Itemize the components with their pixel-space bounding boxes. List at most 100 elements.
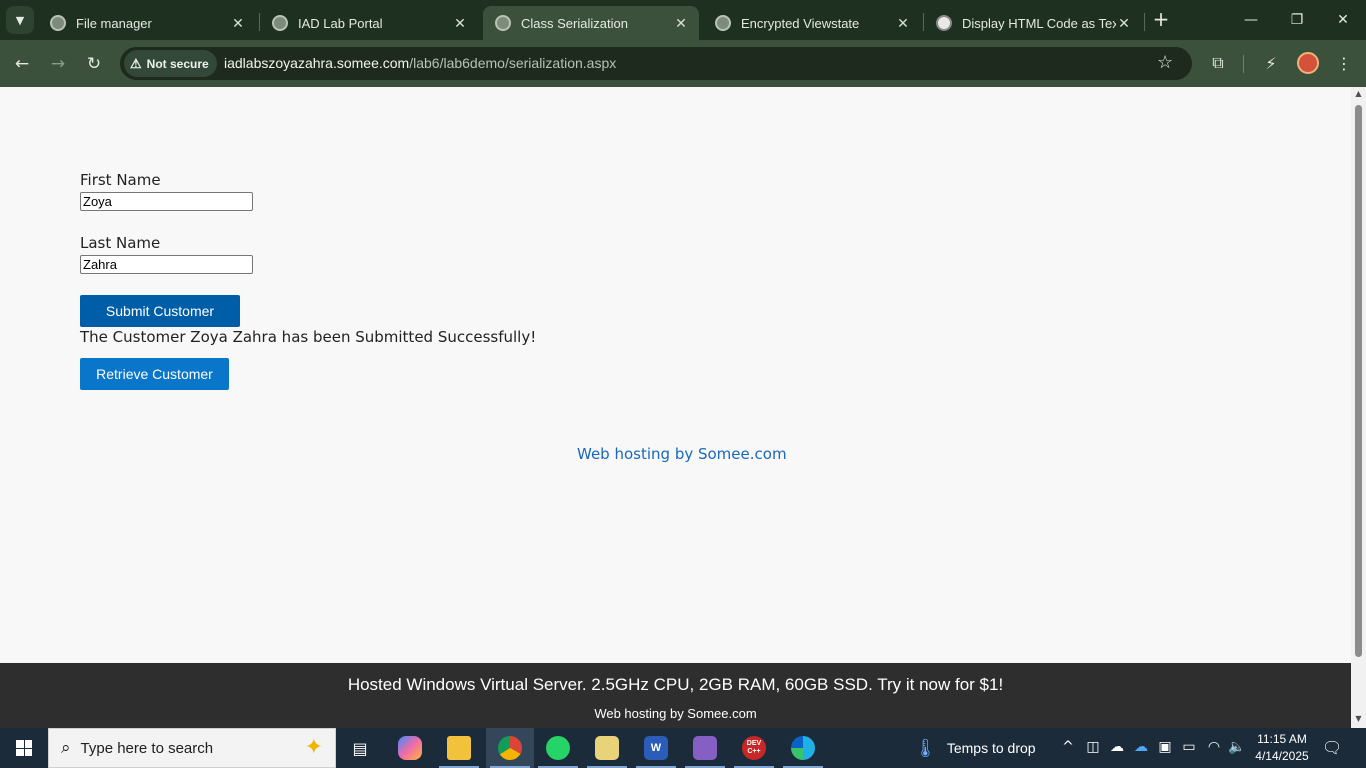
paint-icon	[595, 736, 619, 760]
new-tab-button[interactable]: +	[1150, 8, 1172, 32]
tab-search-button[interactable]: ▼	[6, 6, 34, 34]
first-name-input[interactable]	[80, 192, 253, 211]
plus-icon: +	[1152, 7, 1170, 31]
taskbar-search[interactable]: ⌕ Type here to search ✦	[48, 728, 336, 768]
clock-time: 11:15 AM	[1257, 732, 1307, 746]
arrow-left-icon: ←	[14, 54, 30, 74]
browser-toolbar: ← → ↻ ⚠ Not secure iadlabszoyazahra.some…	[0, 40, 1366, 87]
close-icon[interactable]: ✕	[230, 15, 246, 32]
onedrive-icon[interactable]: ☁	[1108, 739, 1126, 755]
search-icon: ⌕	[61, 738, 71, 758]
openai-icon	[936, 15, 952, 31]
performance-icon[interactable]: ⚡	[1259, 51, 1283, 75]
banner-subtext: Web hosting by Somee.com	[594, 706, 757, 721]
close-icon: ✕	[1337, 12, 1349, 28]
wifi-icon[interactable]: ◠	[1205, 739, 1223, 755]
close-window-button[interactable]: ✕	[1320, 0, 1366, 40]
close-icon[interactable]: ✕	[895, 15, 911, 32]
windows-logo-icon	[16, 740, 32, 756]
arrow-right-icon: →	[50, 54, 66, 74]
web-hosting-link[interactable]: Web hosting by Somee.com	[577, 445, 787, 463]
globe-icon	[50, 15, 66, 31]
tab-class-serialization[interactable]: Class Serialization ✕	[483, 6, 699, 40]
chevron-up-icon[interactable]: ^	[1059, 739, 1077, 755]
search-placeholder: Type here to search	[80, 739, 214, 757]
task-view-icon: ▤	[352, 738, 368, 758]
forward-button[interactable]: →	[44, 50, 72, 78]
minimize-icon: —	[1244, 12, 1258, 28]
chrome-button[interactable]	[486, 728, 534, 768]
tab-title: Encrypted Viewstate	[741, 15, 860, 31]
scroll-thumb[interactable]	[1355, 105, 1362, 657]
devcpp-icon: DEV C++	[742, 736, 766, 760]
customer-form: First Name Last Name Submit Customer The…	[80, 171, 536, 390]
tab-title: IAD Lab Portal	[298, 15, 383, 31]
address-bar[interactable]: ⚠ Not secure iadlabszoyazahra.somee.com/…	[120, 47, 1192, 80]
tab-separator	[1144, 13, 1145, 31]
chevron-down-icon: ▼	[15, 13, 25, 27]
copilot-button[interactable]	[386, 728, 434, 768]
security-label: Not secure	[146, 56, 209, 71]
security-indicator[interactable]: ⚠ Not secure	[124, 50, 217, 77]
minimize-button[interactable]: —	[1228, 0, 1274, 40]
task-view-button[interactable]: ▤	[336, 728, 384, 768]
globe-icon	[272, 15, 288, 31]
close-icon[interactable]: ✕	[673, 15, 689, 32]
visual-studio-icon	[693, 736, 717, 760]
retrieve-customer-button[interactable]: Retrieve Customer	[80, 358, 229, 390]
globe-icon	[495, 15, 511, 31]
chrome-icon	[498, 736, 522, 760]
banner-text: Hosted Windows Virtual Server. 2.5GHz CP…	[347, 675, 1004, 694]
bookmark-star-icon[interactable]: ☆	[1157, 52, 1173, 73]
profile-avatar[interactable]	[1297, 52, 1319, 74]
tab-title: Display HTML Code as Text	[962, 15, 1116, 31]
status-message: The Customer Zoya Zahra has been Submitt…	[80, 328, 537, 346]
reload-button[interactable]: ↻	[80, 50, 108, 78]
close-icon[interactable]: ✕	[452, 15, 468, 32]
tab-title: Class Serialization	[521, 15, 628, 31]
warning-icon: ⚠	[130, 55, 142, 71]
meet-now-icon[interactable]: ◫	[1084, 739, 1102, 755]
system-clock[interactable]: 11:15 AM 4/14/2025	[1254, 731, 1310, 765]
scroll-down-icon[interactable]: ▼	[1354, 715, 1363, 723]
whatsapp-button[interactable]	[534, 728, 582, 768]
submit-customer-button[interactable]: Submit Customer	[80, 295, 240, 327]
hosting-banner[interactable]: Hosted Windows Virtual Server. 2.5GHz CP…	[0, 663, 1351, 728]
whatsapp-icon	[546, 736, 570, 760]
edge-button[interactable]	[779, 728, 827, 768]
notification-icon[interactable]: 🗨	[1322, 738, 1342, 757]
vertical-scrollbar[interactable]: ▲ ▼	[1351, 87, 1366, 728]
back-button[interactable]: ←	[8, 50, 36, 78]
toolbar-separator	[1243, 55, 1244, 73]
network-adapter-icon[interactable]: ▣	[1156, 739, 1174, 755]
last-name-input[interactable]	[80, 255, 253, 274]
scroll-up-icon[interactable]: ▲	[1354, 90, 1363, 98]
close-icon[interactable]: ✕	[1116, 15, 1132, 32]
paint-button[interactable]	[583, 728, 631, 768]
weather-widget[interactable]: 🌡 Temps to drop	[914, 728, 1036, 768]
tab-iad-lab-portal[interactable]: IAD Lab Portal ✕	[260, 6, 478, 40]
tab-file-manager[interactable]: File manager ✕	[38, 6, 256, 40]
thermometer-icon: 🌡	[914, 737, 937, 758]
weather-text: Temps to drop	[946, 740, 1036, 756]
start-button[interactable]	[0, 728, 48, 768]
tab-encrypted-viewstate[interactable]: Encrypted Viewstate ✕	[703, 6, 921, 40]
edge-icon	[791, 736, 815, 760]
sparkle-icon: ✦	[304, 735, 323, 760]
windows-taskbar: ⌕ Type here to search ✦ ▤ W DEV C++ 🌡 Te…	[0, 728, 1366, 768]
battery-icon[interactable]: ▭	[1180, 739, 1198, 755]
url-text[interactable]: iadlabszoyazahra.somee.com/lab6/lab6demo…	[224, 55, 616, 71]
volume-icon[interactable]: 🔈	[1228, 739, 1246, 755]
word-button[interactable]: W	[632, 728, 680, 768]
tab-display-html-code[interactable]: Display HTML Code as Text ✕	[924, 6, 1142, 40]
menu-kebab-icon[interactable]: ⋮	[1332, 51, 1356, 75]
onedrive-business-icon[interactable]: ☁	[1132, 739, 1150, 755]
file-explorer-button[interactable]	[435, 728, 483, 768]
visual-studio-button[interactable]	[681, 728, 729, 768]
word-icon: W	[644, 736, 668, 760]
url-path: /lab6/lab6demo/serialization.aspx	[409, 55, 617, 71]
restore-button[interactable]: ❐	[1274, 0, 1320, 40]
extensions-icon[interactable]: ⧉	[1206, 51, 1230, 75]
reload-icon: ↻	[86, 54, 102, 74]
devcpp-button[interactable]: DEV C++	[730, 728, 778, 768]
